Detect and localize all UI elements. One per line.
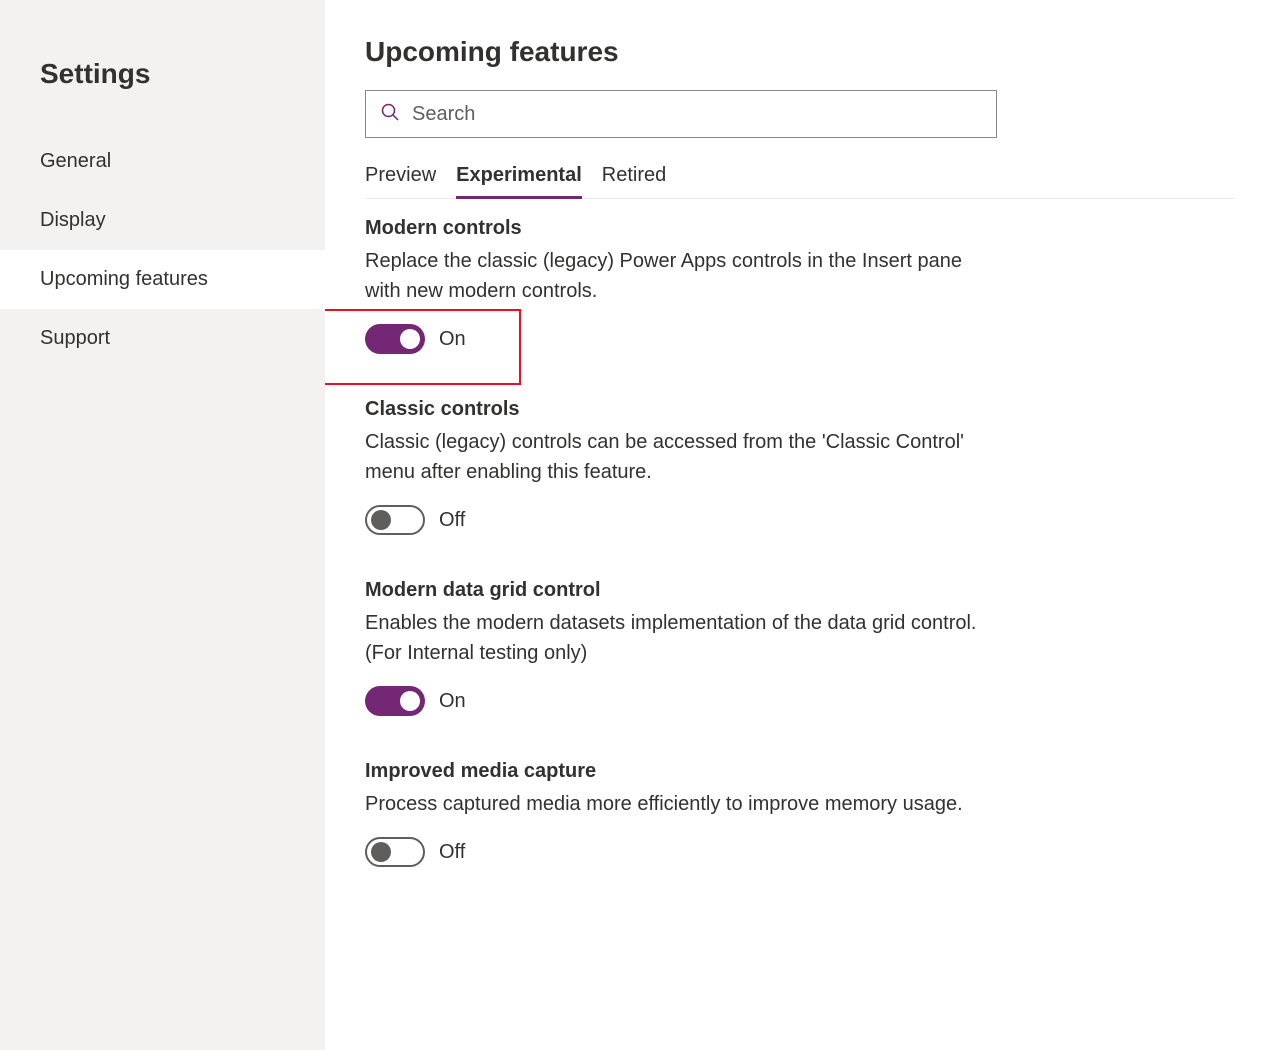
toggle-knob — [371, 842, 391, 862]
toggle-row: On — [365, 686, 1235, 716]
feature-modern-data-grid-control: Modern data grid control Enables the mode… — [365, 579, 1235, 716]
feature-description: Enables the modern datasets implementati… — [365, 608, 995, 668]
search-box[interactable] — [365, 90, 997, 138]
settings-sidebar: Settings GeneralDisplayUpcoming features… — [0, 0, 325, 1050]
feature-title: Modern controls — [365, 217, 1235, 240]
feature-description: Classic (legacy) controls can be accesse… — [365, 427, 995, 487]
toggle-state-label: On — [439, 328, 466, 351]
feature-toggle[interactable] — [365, 324, 425, 354]
tab-retired[interactable]: Retired — [602, 164, 666, 198]
feature-modern-controls: Modern controls Replace the classic (lega… — [365, 217, 1235, 354]
feature-classic-controls: Classic controls Classic (legacy) control… — [365, 398, 1235, 535]
tabs: Preview Experimental Retired — [365, 164, 1235, 199]
search-icon — [380, 102, 412, 127]
tab-preview[interactable]: Preview — [365, 164, 436, 198]
feature-improved-media-capture: Improved media capture Process captured m… — [365, 760, 1235, 867]
toggle-knob — [400, 329, 420, 349]
feature-description: Replace the classic (legacy) Power Apps … — [365, 246, 995, 306]
feature-toggle[interactable] — [365, 686, 425, 716]
tab-experimental[interactable]: Experimental — [456, 164, 582, 198]
sidebar-title: Settings — [0, 0, 325, 132]
toggle-row: Off — [365, 837, 1235, 867]
sidebar-item-upcoming-features[interactable]: Upcoming features — [0, 250, 325, 309]
sidebar-item-general[interactable]: General — [0, 132, 325, 191]
page-title: Upcoming features — [365, 36, 1235, 68]
toggle-state-label: Off — [439, 841, 465, 864]
toggle-knob — [400, 691, 420, 711]
feature-title: Improved media capture — [365, 760, 1235, 783]
search-input[interactable] — [412, 103, 982, 126]
toggle-state-label: On — [439, 690, 466, 713]
toggle-state-label: Off — [439, 509, 465, 532]
feature-title: Classic controls — [365, 398, 1235, 421]
toggle-row: Off — [365, 505, 1235, 535]
main-content: Upcoming features Preview Experimental Ret… — [325, 0, 1275, 1050]
sidebar-item-display[interactable]: Display — [0, 191, 325, 250]
feature-description: Process captured media more efficiently … — [365, 789, 995, 819]
sidebar-item-support[interactable]: Support — [0, 309, 325, 368]
toggle-knob — [371, 510, 391, 530]
feature-title: Modern data grid control — [365, 579, 1235, 602]
feature-toggle[interactable] — [365, 505, 425, 535]
toggle-row: On — [365, 324, 1235, 354]
feature-toggle[interactable] — [365, 837, 425, 867]
